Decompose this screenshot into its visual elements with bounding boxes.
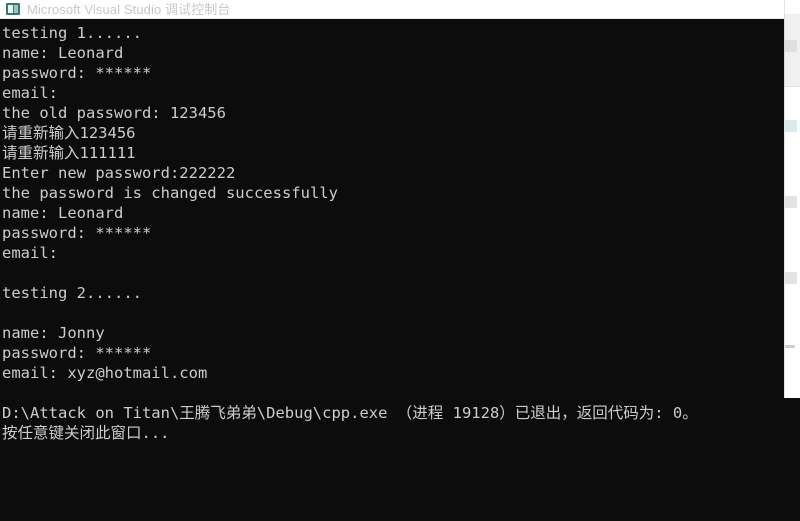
console-titlebar[interactable]: Microsoft Visual Studio 调试控制台 <box>0 0 784 19</box>
console-line: name: Leonard <box>2 204 124 222</box>
console-line: testing 1...... <box>2 24 142 42</box>
console-line: name: Jonny <box>2 324 105 342</box>
console-line: email: <box>2 84 58 102</box>
console-output-area[interactable]: testing 1...... name: Leonard password: … <box>0 19 784 521</box>
console-line: email: xyz@hotmail.com <box>2 364 208 382</box>
console-line: 请重新输入111111 <box>2 144 136 162</box>
background-app-icon-3 <box>785 196 797 208</box>
console-line: Enter new password:222222 <box>2 164 236 182</box>
console-line-press-any-key: 按任意键关闭此窗口... <box>2 424 170 442</box>
console-line: testing 2...... <box>2 284 142 302</box>
console-window: Microsoft Visual Studio 调试控制台 testing 1.… <box>0 0 784 521</box>
console-icon <box>6 2 20 16</box>
console-line: password: ****** <box>2 64 152 82</box>
background-app-icon-5 <box>785 345 795 348</box>
background-app-icon-4 <box>785 272 797 284</box>
screenshot-root: Microsoft Visual Studio 调试控制台 testing 1.… <box>0 0 800 521</box>
window-title: Microsoft Visual Studio 调试控制台 <box>27 1 231 17</box>
console-line: 请重新输入123456 <box>2 124 136 142</box>
console-line: name: Leonard <box>2 44 124 62</box>
background-app-icon-1 <box>785 40 797 52</box>
console-right-gutter <box>784 398 800 521</box>
console-line: the old password: 123456 <box>2 104 226 122</box>
console-line: the password is changed successfully <box>2 184 338 202</box>
console-line: email: <box>2 244 58 262</box>
console-line-exit-status: D:\Attack on Titan\王腾飞弟弟\Debug\cpp.exe （… <box>2 404 698 422</box>
background-app-icon-2 <box>785 120 797 132</box>
console-line: password: ****** <box>2 224 152 242</box>
console-line: password: ****** <box>2 344 152 362</box>
